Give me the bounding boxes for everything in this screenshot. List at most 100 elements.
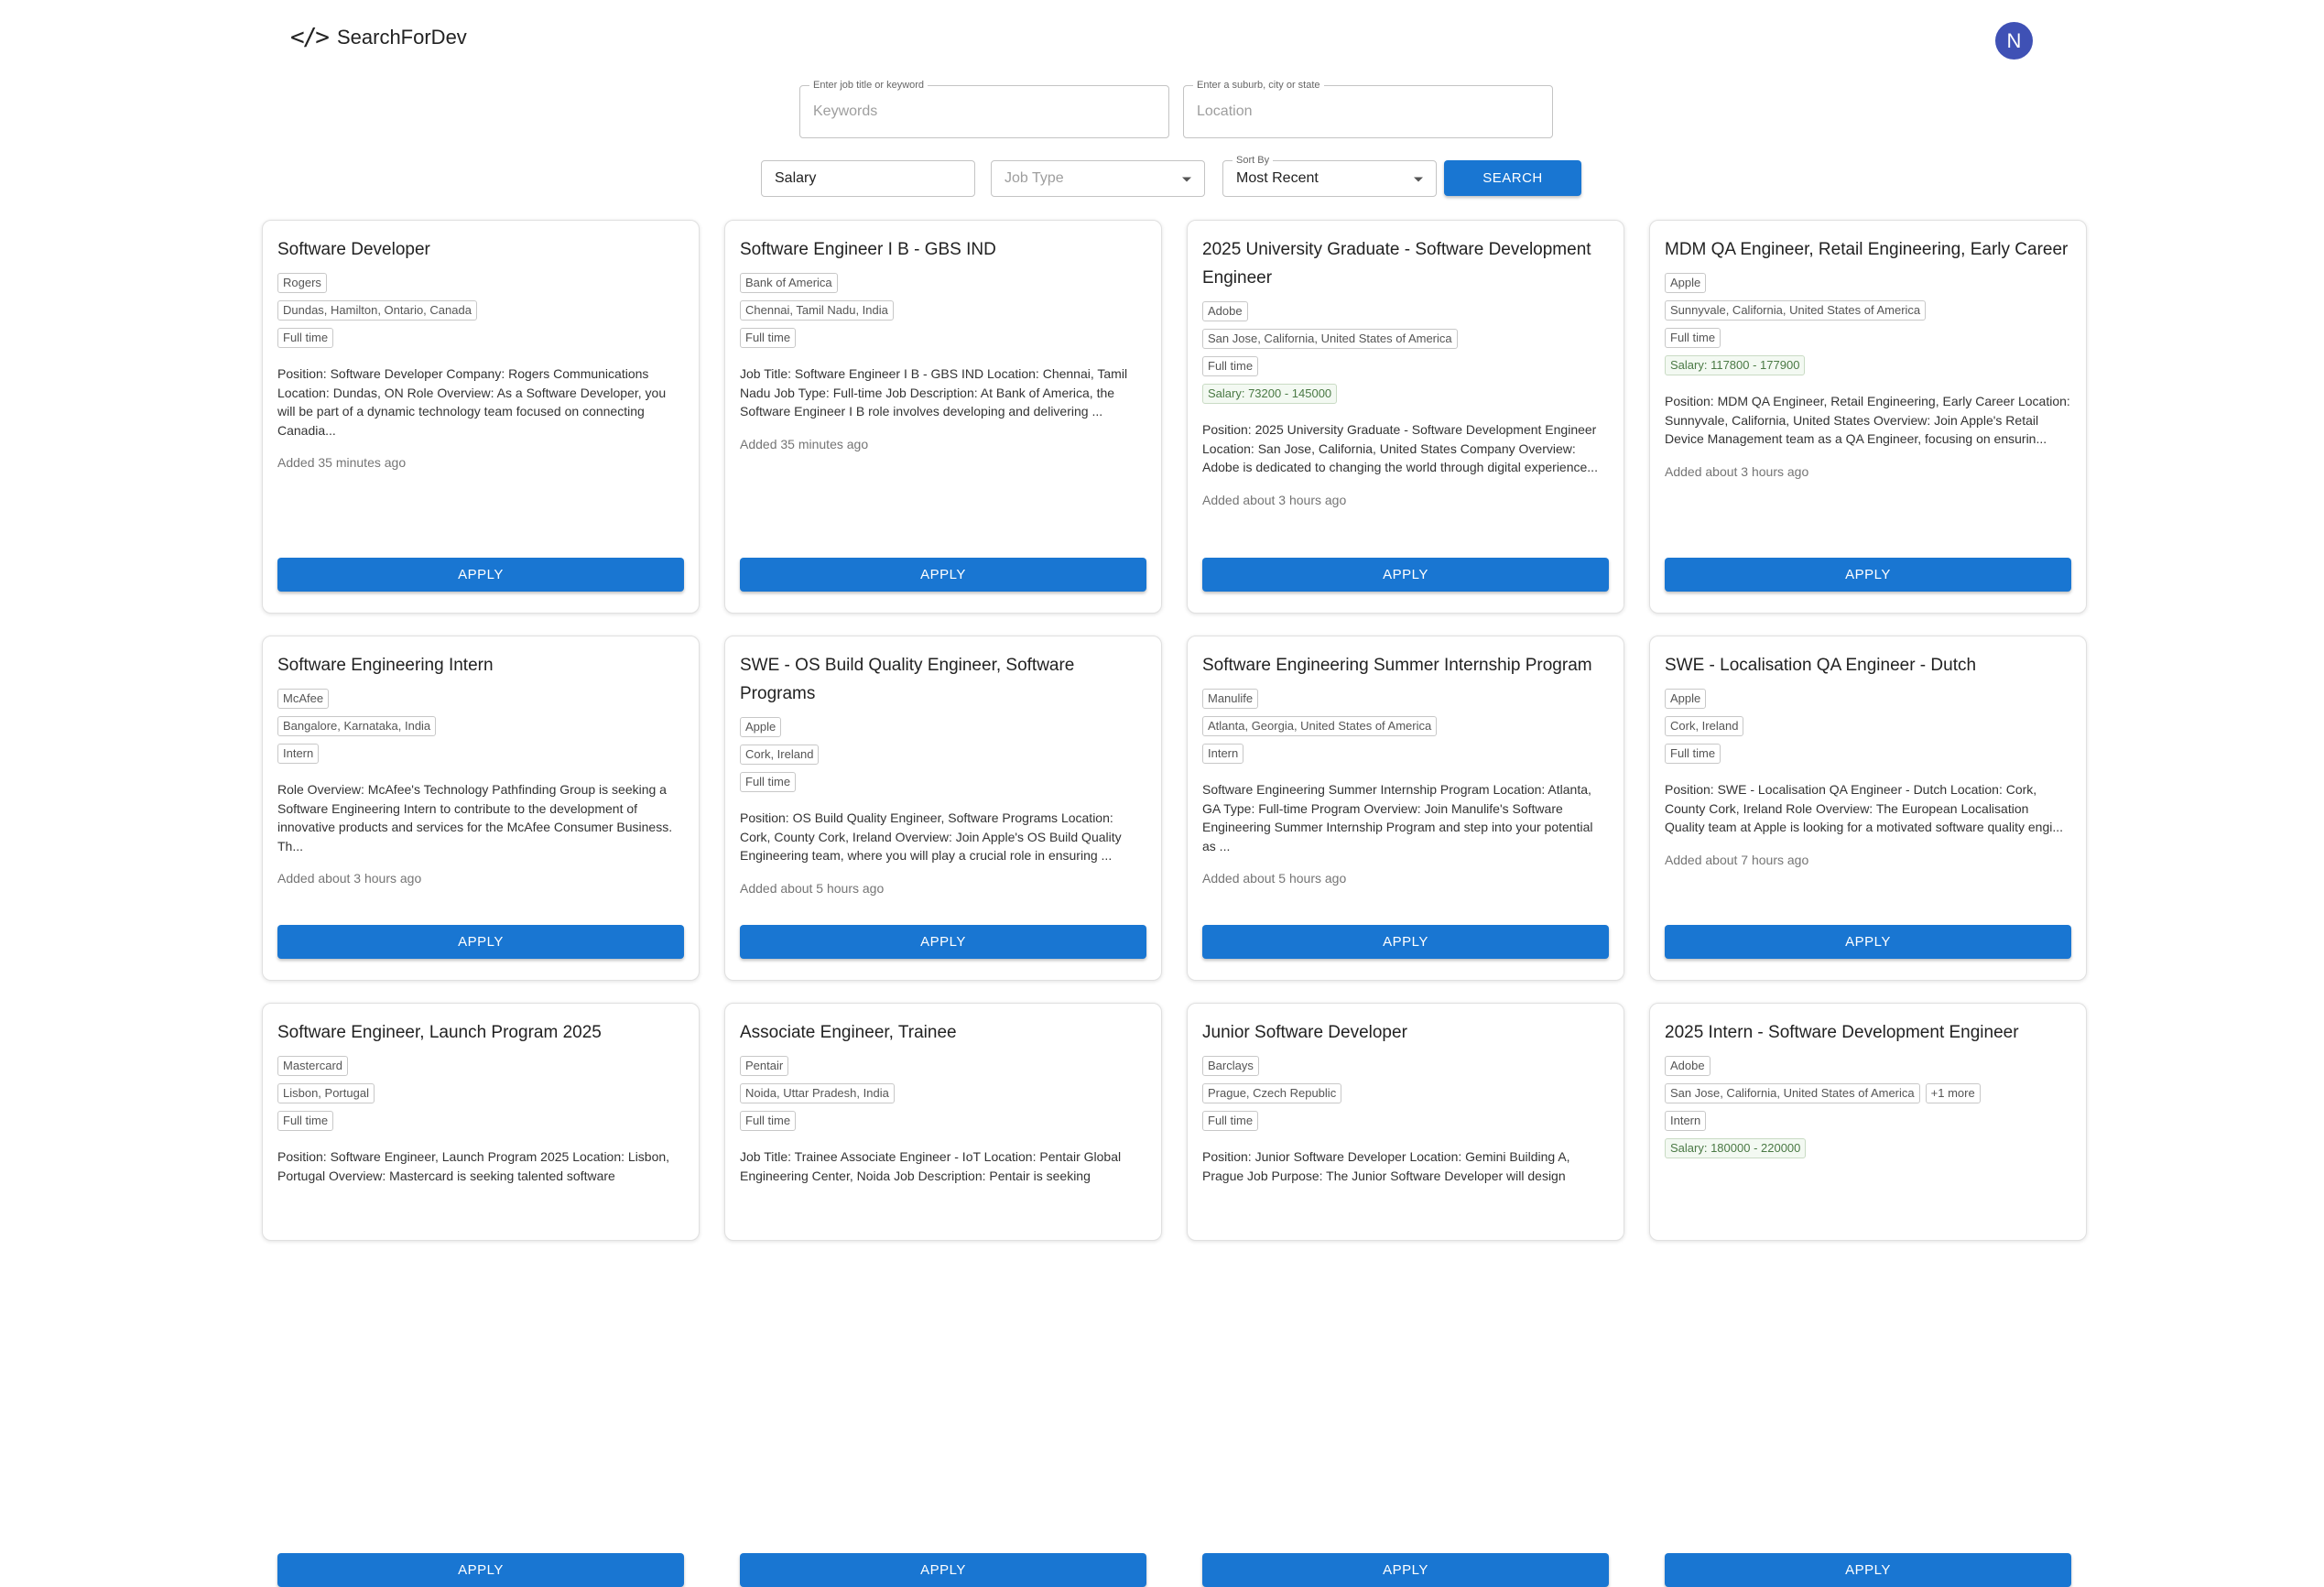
job-tags: Adobe San Jose, California, United States… (1202, 301, 1609, 404)
job-title[interactable]: SWE - Localisation QA Engineer - Dutch (1665, 651, 2071, 679)
user-avatar[interactable]: N (1995, 22, 2033, 60)
salary-tag: Salary: 73200 - 145000 (1202, 384, 1338, 404)
job-title[interactable]: Software Developer (277, 235, 684, 264)
job-title[interactable]: Junior Software Developer (1202, 1018, 1609, 1047)
company-tag: Pentair (740, 1056, 789, 1076)
app-name: SearchForDev (336, 26, 467, 49)
apply-button[interactable]: APPLY (1202, 925, 1609, 959)
sort-by-select[interactable]: Sort By Most Recent (1222, 154, 1437, 197)
company-tag: Apple (1665, 689, 1707, 709)
apply-button[interactable]: APPLY (1202, 558, 1609, 592)
company-tag: McAfee (277, 689, 330, 709)
dropdown-arrow-icon (1414, 177, 1423, 182)
location-tag: Lisbon, Portugal (277, 1083, 375, 1103)
job-title[interactable]: Associate Engineer, Trainee (740, 1018, 1146, 1047)
company-tag: Apple (1665, 273, 1707, 293)
job-description: Job Title: Trainee Associate Engineer - … (740, 1149, 1122, 1183)
job-type-tag: Full time (277, 328, 334, 348)
posted-time: Added about 7 hours ago (1665, 852, 1809, 867)
job-title[interactable]: SWE - OS Build Quality Engineer, Softwar… (740, 651, 1146, 708)
job-type-tag: Intern (1202, 744, 1244, 764)
job-card[interactable]: 2025 University Graduate - Software Deve… (1187, 220, 1624, 614)
job-tags: Apple Sunnyvale, California, United State… (1665, 273, 2071, 375)
location-tag: San Jose, California, United States of A… (1202, 329, 1458, 349)
dropdown-arrow-icon (1182, 177, 1191, 182)
posted-time: Added about 5 hours ago (1202, 871, 1347, 886)
keywords-input[interactable] (800, 86, 1168, 137)
job-type-select[interactable]: Job Type (991, 160, 1205, 197)
job-card[interactable]: SWE - OS Build Quality Engineer, Softwar… (724, 636, 1162, 981)
job-title[interactable]: Software Engineer, Launch Program 2025 (277, 1018, 684, 1047)
job-description: Position: OS Build Quality Engineer, Sof… (740, 810, 1122, 863)
job-title[interactable]: 2025 University Graduate - Software Deve… (1202, 235, 1609, 292)
job-card[interactable]: Software Engineer, Launch Program 2025 Ma… (262, 1003, 700, 1587)
location-field[interactable]: Enter a suburb, city or state (1183, 79, 1553, 138)
job-type-tag: Full time (277, 1111, 334, 1131)
posted-time: Added 35 minutes ago (277, 455, 407, 470)
job-title[interactable]: Software Engineering Summer Internship P… (1202, 651, 1609, 679)
apply-button[interactable]: APPLY (740, 558, 1146, 592)
apply-button[interactable]: APPLY (277, 1553, 684, 1587)
more-locations-tag[interactable]: +1 more (1925, 1083, 1981, 1103)
sort-by-legend: Sort By (1233, 154, 1274, 167)
location-input[interactable] (1184, 86, 1552, 137)
keywords-field[interactable]: Enter job title or keyword (799, 79, 1169, 138)
job-card[interactable]: 2025 Intern - Software Development Engin… (1649, 1003, 2087, 1587)
job-type-tag: Full time (1202, 1111, 1259, 1131)
job-title[interactable]: 2025 Intern - Software Development Engin… (1665, 1018, 2071, 1047)
apply-button[interactable]: APPLY (1665, 558, 2071, 592)
apply-button[interactable]: APPLY (1665, 925, 2071, 959)
location-tag: Cork, Ireland (1665, 716, 1744, 736)
app-logo[interactable]: </> SearchForDev (290, 24, 467, 51)
job-type-tag: Full time (1202, 356, 1259, 376)
job-description: Position: Software Developer Company: Ro… (277, 366, 667, 438)
keywords-legend: Enter job title or keyword (809, 79, 929, 92)
location-tag: Prague, Czech Republic (1202, 1083, 1342, 1103)
location-tag: Cork, Ireland (740, 745, 820, 765)
location-tag: San Jose, California, United States of A… (1665, 1083, 1920, 1103)
apply-button[interactable]: APPLY (277, 558, 684, 592)
code-icon: </> (290, 24, 330, 51)
job-type-tag: Full time (740, 328, 797, 348)
salary-tag: Salary: 180000 - 220000 (1665, 1138, 1807, 1158)
job-type-tag: Full time (740, 772, 797, 792)
posted-time: Added 35 minutes ago (740, 436, 869, 451)
search-button[interactable]: SEARCH (1444, 160, 1581, 196)
job-card[interactable]: Associate Engineer, Trainee Pentair Noida,… (724, 1003, 1162, 1587)
posted-time: Added about 5 hours ago (740, 880, 885, 896)
job-description: Position: 2025 University Graduate - Sof… (1202, 422, 1598, 474)
posted-time: Added about 3 hours ago (277, 871, 422, 886)
apply-button[interactable]: APPLY (1202, 1553, 1609, 1587)
job-description: Position: Junior Software Developer Loca… (1202, 1149, 1570, 1183)
job-card[interactable]: MDM QA Engineer, Retail Engineering, Ear… (1649, 220, 2087, 614)
company-tag: Adobe (1202, 301, 1248, 321)
job-results-grid: Software Developer Rogers Dundas, Hamilton… (262, 220, 2090, 1587)
posted-time: Added about 3 hours ago (1202, 492, 1347, 507)
job-tags: Bank of America Chennai, Tamil Nadu, Indi… (740, 273, 1146, 348)
job-type-tag: Intern (1665, 1111, 1707, 1131)
location-tag-row: San Jose, California, United States of A… (1665, 1083, 1981, 1103)
job-type-tag: Full time (740, 1111, 797, 1131)
job-card[interactable]: Software Engineer I B - GBS IND Bank of A… (724, 220, 1162, 614)
job-title[interactable]: Software Engineer I B - GBS IND (740, 235, 1146, 264)
job-card[interactable]: Junior Software Developer Barclays Prague,… (1187, 1003, 1624, 1587)
apply-button[interactable]: APPLY (1665, 1553, 2071, 1587)
job-description: Job Title: Software Engineer I B - GBS I… (740, 366, 1128, 418)
apply-button[interactable]: APPLY (740, 925, 1146, 959)
salary-field[interactable]: Salary (761, 160, 975, 197)
job-card[interactable]: Software Engineering Summer Internship P… (1187, 636, 1624, 981)
job-card[interactable]: Software Engineering Intern McAfee Bangalo… (262, 636, 700, 981)
job-card[interactable]: Software Developer Rogers Dundas, Hamilton… (262, 220, 700, 614)
job-tags: Mastercard Lisbon, Portugal Full time (277, 1056, 684, 1131)
job-type-tag: Full time (1665, 328, 1721, 348)
apply-button[interactable]: APPLY (277, 925, 684, 959)
job-title[interactable]: MDM QA Engineer, Retail Engineering, Ear… (1665, 235, 2071, 264)
company-tag: Mastercard (277, 1056, 349, 1076)
apply-button[interactable]: APPLY (740, 1553, 1146, 1587)
job-tags: Manulife Atlanta, Georgia, United States … (1202, 689, 1609, 764)
job-card[interactable]: SWE - Localisation QA Engineer - Dutch Ap… (1649, 636, 2087, 981)
company-tag: Rogers (277, 273, 327, 293)
job-description: Position: MDM QA Engineer, Retail Engine… (1665, 394, 2070, 446)
job-title[interactable]: Software Engineering Intern (277, 651, 684, 679)
sort-by-value: Most Recent (1236, 170, 1319, 186)
